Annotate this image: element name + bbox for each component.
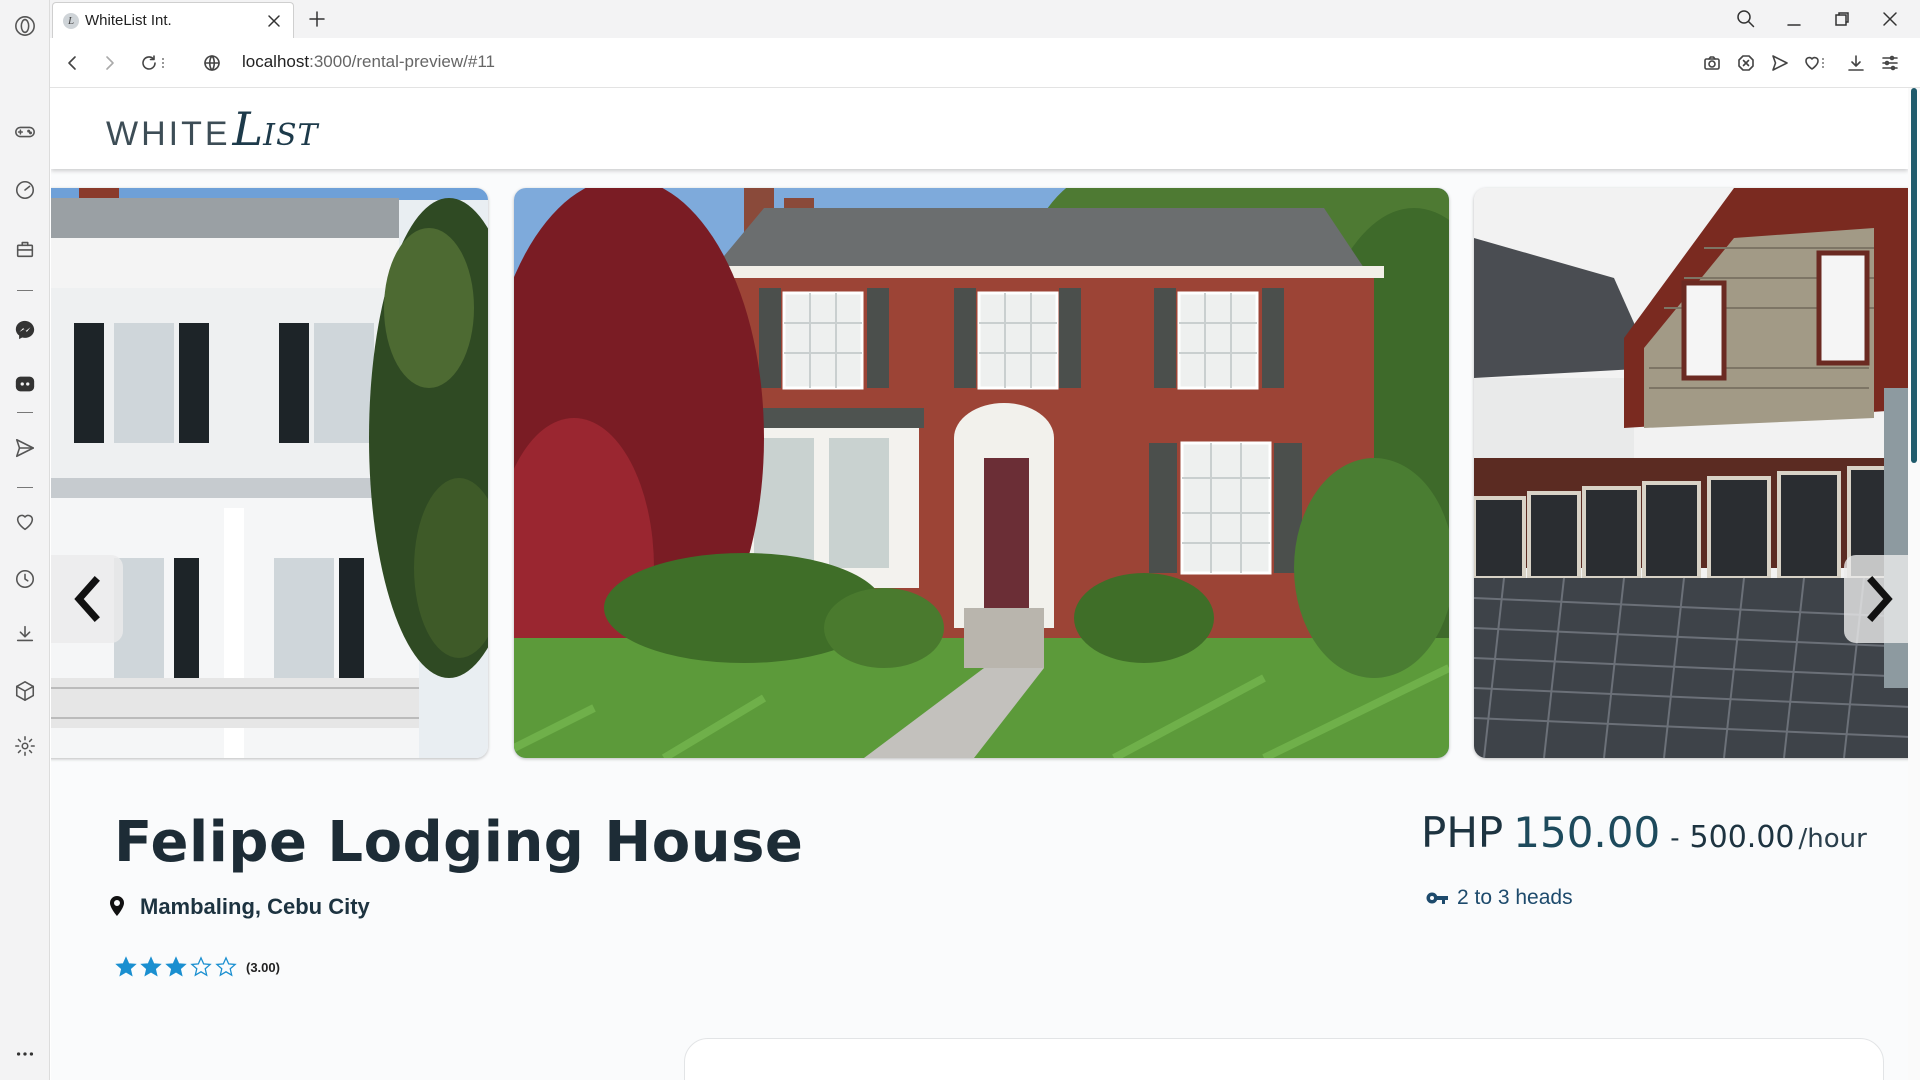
close-window-icon[interactable] xyxy=(1876,6,1904,32)
gamepad-icon[interactable] xyxy=(13,120,37,144)
forward-icon[interactable] xyxy=(98,51,122,75)
search-tabs-icon[interactable] xyxy=(1732,6,1760,32)
camera-icon[interactable] xyxy=(1700,51,1724,75)
whitelist-logo[interactable]: WHITE L IST xyxy=(106,102,319,156)
new-tab-icon[interactable] xyxy=(305,7,329,31)
scrollbar-thumb[interactable] xyxy=(1911,88,1917,463)
star-rating: (3.00) xyxy=(115,956,280,978)
settings-icon[interactable] xyxy=(13,734,37,758)
price-high: 500.00 xyxy=(1689,820,1795,855)
key-icon xyxy=(1426,892,1448,904)
separator-dots xyxy=(1820,51,1826,75)
browser-sidebar xyxy=(0,0,50,1080)
download-icon[interactable] xyxy=(13,622,37,646)
site-header: WHITE L IST xyxy=(51,88,1908,169)
opera-logo-icon[interactable] xyxy=(13,14,37,38)
star-empty-icon xyxy=(190,956,212,977)
discord-icon[interactable] xyxy=(13,372,37,396)
site-info-icon[interactable] xyxy=(200,51,224,75)
minimize-icon[interactable] xyxy=(1780,6,1808,32)
star-empty-icon xyxy=(215,956,237,977)
cube-icon[interactable] xyxy=(13,679,37,703)
sidebar-divider xyxy=(17,412,33,413)
booking-card xyxy=(684,1038,1884,1080)
page-scrollbar[interactable] xyxy=(1908,88,1920,1080)
listing-title: Felipe Lodging House xyxy=(114,810,804,875)
capacity-text: 2 to 3 heads xyxy=(1457,886,1573,909)
carousel-prev-button[interactable] xyxy=(51,555,123,643)
bag-icon[interactable] xyxy=(13,237,37,261)
easy-setup-icon[interactable] xyxy=(1878,51,1902,75)
separator-dots xyxy=(160,51,166,75)
page-viewport: WHITE L IST Felipe Lodging House Mambali… xyxy=(51,88,1908,1080)
carousel-photo-brick-house[interactable] xyxy=(514,188,1449,758)
location-text: Mambaling, Cebu City xyxy=(140,894,370,919)
send-icon[interactable] xyxy=(13,436,37,460)
close-tab-icon[interactable] xyxy=(263,10,285,32)
price-currency: PHP xyxy=(1421,808,1504,857)
more-icon[interactable] xyxy=(13,1042,37,1066)
heart-icon[interactable] xyxy=(13,510,37,534)
listing-location: Mambaling, Cebu City xyxy=(108,894,370,920)
carousel-photo-stone-house[interactable] xyxy=(1474,188,1908,758)
rating-value: (3.00) xyxy=(246,959,280,975)
price-unit: /hour xyxy=(1798,824,1867,854)
tab-whitelist[interactable]: L WhiteList Int. xyxy=(52,2,294,38)
url-text[interactable]: localhost:3000/rental-preview/#11 xyxy=(242,52,495,72)
address-bar: localhost:3000/rental-preview/#11 xyxy=(50,38,1920,88)
messenger-icon[interactable] xyxy=(13,318,37,342)
star-filled-icon xyxy=(140,956,162,977)
star-filled-icon xyxy=(115,956,137,977)
map-pin-icon xyxy=(110,896,124,916)
carousel-next-button[interactable] xyxy=(1844,555,1908,643)
ad-block-icon[interactable] xyxy=(1734,51,1758,75)
tab-title: WhiteList Int. xyxy=(85,12,172,29)
price-dash: - xyxy=(1670,822,1680,853)
star-filled-icon xyxy=(165,956,187,977)
restore-icon[interactable] xyxy=(1828,6,1856,32)
favicon-icon: L xyxy=(63,12,79,29)
sidebar-divider xyxy=(17,290,33,291)
sidebar-divider xyxy=(17,487,33,488)
back-icon[interactable] xyxy=(60,51,84,75)
photo-carousel xyxy=(51,188,1908,758)
price-low: 150.00 xyxy=(1513,808,1661,857)
send-page-icon[interactable] xyxy=(1768,51,1792,75)
tab-strip: L WhiteList Int. xyxy=(50,0,1920,38)
carousel-photo-white-house[interactable] xyxy=(51,188,488,758)
price-range: PHP 150.00 - 500.00 /hour xyxy=(1421,808,1867,857)
clock-icon[interactable] xyxy=(13,567,37,591)
capacity-info: 2 to 3 heads xyxy=(1426,886,1573,910)
reload-icon[interactable] xyxy=(137,51,161,75)
downloads-icon[interactable] xyxy=(1844,51,1868,75)
speed-dial-icon[interactable] xyxy=(13,178,37,202)
